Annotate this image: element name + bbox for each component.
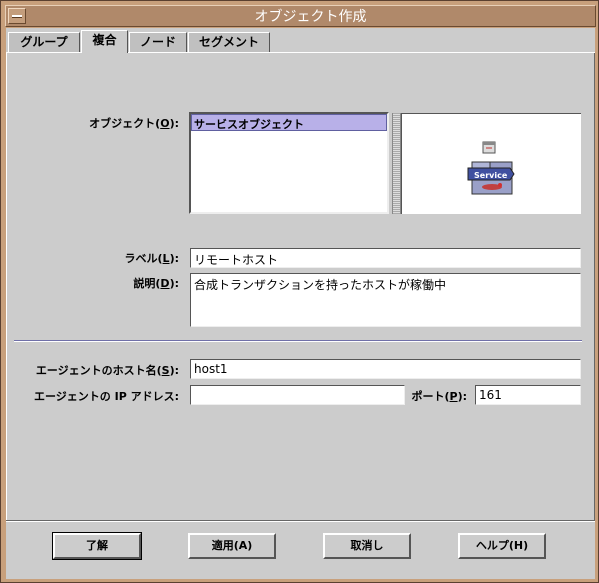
tab-bar: グループ 複合 ノード セグメント xyxy=(6,28,595,53)
agent-host-input[interactable]: host1 xyxy=(190,359,581,379)
section-separator xyxy=(14,340,582,342)
object-list[interactable]: サービスオブジェクト xyxy=(189,112,389,214)
dialog-client: グループ 複合 ノード セグメント オブジェクト(O): サービスオブジェクト xyxy=(6,28,595,579)
list-item[interactable]: サービスオブジェクト xyxy=(191,114,387,131)
apply-button[interactable]: 適用(A) xyxy=(188,533,276,559)
button-bar: 了解 適用(A) 取消し ヘルプ(H) xyxy=(6,520,595,579)
ok-button[interactable]: 了解 xyxy=(52,532,142,560)
description-textarea[interactable]: 合成トランザクションを持ったホストが稼働中 xyxy=(190,273,581,327)
description-label: 説明(D): xyxy=(133,277,179,290)
tab-node[interactable]: ノード xyxy=(129,32,187,52)
port-label: ポート(P): xyxy=(411,390,467,403)
port-input[interactable]: 161 xyxy=(475,385,581,405)
service-object-icon: Service xyxy=(467,141,515,195)
label-field-label: ラベル(L): xyxy=(124,252,179,265)
tab-composite[interactable]: 複合 xyxy=(81,30,128,53)
object-label: オブジェクト(O): xyxy=(89,117,179,130)
agent-ip-input[interactable] xyxy=(190,385,405,405)
tab-segment[interactable]: セグメント xyxy=(188,32,270,52)
splitter-handle[interactable] xyxy=(392,113,401,214)
composite-panel: オブジェクト(O): サービスオブジェクト Service ラベル(L): リモ… xyxy=(6,53,595,521)
label-input[interactable]: リモートホスト xyxy=(190,248,581,268)
window-title: オブジェクト作成 xyxy=(254,9,367,25)
object-preview: Service xyxy=(401,113,581,214)
window-menu-icon[interactable] xyxy=(8,8,26,24)
window-frame: オブジェクト作成 グループ 複合 ノード セグメント オブジェクト(O): サー… xyxy=(0,0,599,583)
help-button[interactable]: ヘルプ(H) xyxy=(458,533,546,559)
tab-group[interactable]: グループ xyxy=(8,32,80,52)
agent-host-label: エージェントのホスト名(S): xyxy=(35,364,179,377)
svg-text:Service: Service xyxy=(474,171,508,180)
cancel-button[interactable]: 取消し xyxy=(323,533,411,559)
title-bar[interactable]: オブジェクト作成 xyxy=(5,5,596,27)
agent-ip-label: エージェントの IP アドレス: xyxy=(34,390,179,403)
